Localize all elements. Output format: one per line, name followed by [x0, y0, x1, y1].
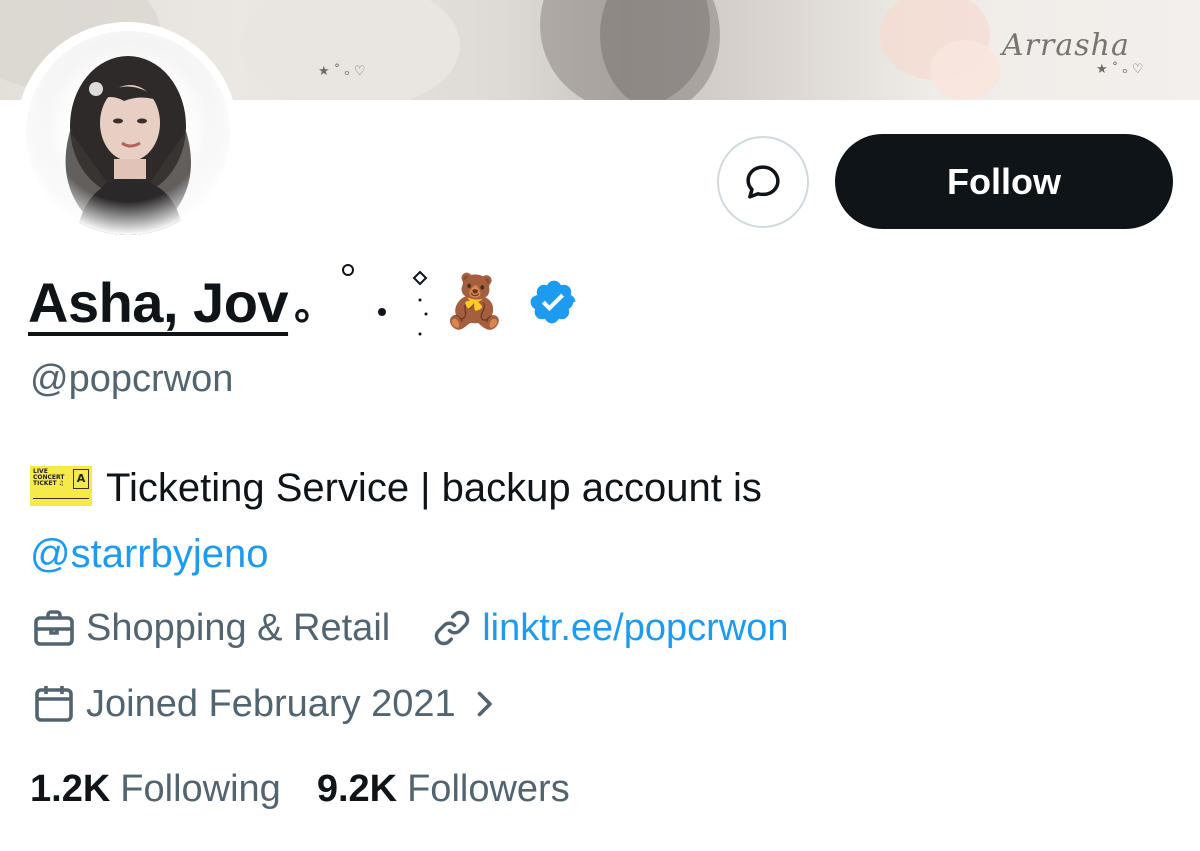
follow-button[interactable]: Follow — [835, 134, 1173, 229]
profile-website-link[interactable]: linktr.ee/popcrwon — [482, 607, 788, 650]
verified-badge-icon[interactable] — [529, 277, 579, 327]
display-name-decoration: 。 — [294, 284, 335, 328]
message-button[interactable] — [717, 136, 809, 228]
bio-mention-link[interactable]: @starrbyjeno — [30, 532, 268, 576]
profile-category: Shopping & Retail — [86, 606, 391, 649]
display-name-row: Asha, Jov 。 🧸 — [28, 262, 579, 342]
message-icon — [746, 165, 780, 199]
calendar-icon — [35, 686, 73, 722]
following-label[interactable]: Following — [120, 768, 281, 811]
followers-label[interactable]: Followers — [407, 768, 570, 811]
sparkle-icon: ★ ˚ ₒ ♡ — [1096, 62, 1144, 77]
ticket-emoji-icon: LIVE CONCERT TICKET ♫ A — [30, 466, 92, 507]
joined-row[interactable]: Joined February 2021 — [30, 680, 510, 728]
avatar[interactable] — [26, 31, 230, 235]
link-icon — [434, 610, 470, 646]
sparkle-dots-icon — [340, 262, 440, 342]
profile-bio: LIVE CONCERT TICKET ♫ A Ticketing Servic… — [30, 455, 1130, 587]
sparkle-icon: ★ ˚ ₒ ♡ — [318, 64, 366, 79]
profile-handle: @popcrwon — [30, 358, 234, 400]
display-name: Asha, Jov — [28, 270, 289, 334]
chevron-right-icon[interactable] — [466, 686, 502, 722]
bio-text: Ticketing Service | backup account is — [106, 466, 762, 510]
banner-signature: Arrasha — [1002, 28, 1130, 63]
teddy-bear-icon: 🧸 — [442, 273, 507, 331]
profile-meta-row: Shopping & Retail linktr.ee/popcrwon — [30, 604, 789, 652]
follow-stats: 1.2K Following 9.2K Followers — [30, 768, 606, 811]
briefcase-icon — [34, 610, 74, 646]
followers-count[interactable]: 9.2K — [317, 768, 397, 811]
following-count[interactable]: 1.2K — [30, 768, 110, 811]
joined-date: Joined February 2021 — [86, 682, 456, 725]
avatar-image — [26, 31, 230, 235]
